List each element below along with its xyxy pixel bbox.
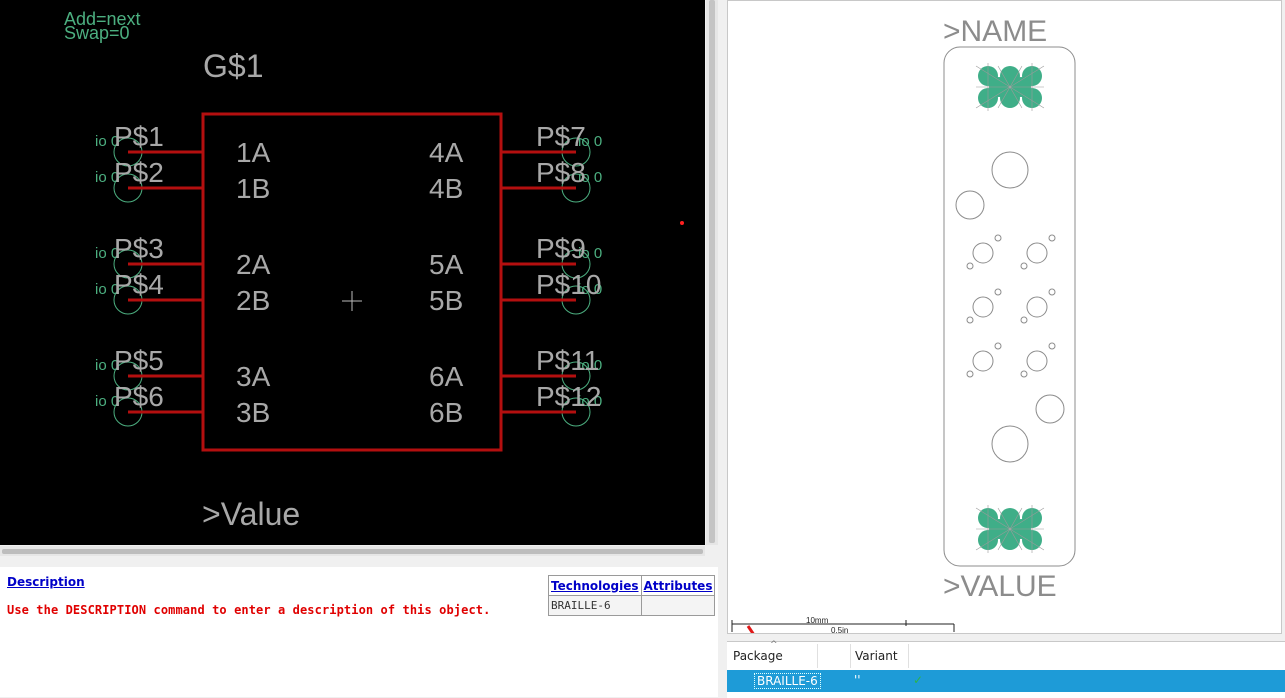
description-link[interactable]: Description	[7, 575, 85, 589]
pin-name: P$3	[114, 233, 164, 264]
variant-cell[interactable]: ''	[854, 673, 861, 687]
table-row[interactable]: BRAILLE-6 '' ✓	[727, 670, 1285, 692]
package-drawing: >NAME >VALUE 10mm 0.5in	[731, 15, 1076, 634]
small-hole	[966, 262, 974, 270]
small-hole	[994, 234, 1002, 242]
small-hole	[994, 342, 1002, 350]
scrollbar-thumb[interactable]	[709, 0, 715, 543]
mount-hole	[955, 190, 985, 220]
small-hole	[966, 370, 974, 378]
pin-name: P$4	[114, 269, 164, 300]
pad-cluster	[975, 63, 1045, 111]
mount-hole	[1035, 394, 1065, 424]
package-variant-table: ^ Package Variant BRAILLE-6 '' ✓	[727, 640, 1285, 698]
description-text: Use the DESCRIPTION command to enter a d…	[7, 603, 491, 617]
braille-hole	[972, 296, 994, 318]
braille-hole	[972, 242, 994, 264]
small-hole	[994, 288, 1002, 296]
pin-inner-label: 6B	[429, 397, 463, 428]
pin-inner-label: 2B	[236, 285, 270, 316]
technologies-link[interactable]: Technologies	[551, 579, 639, 593]
pin-name: P$10	[536, 269, 601, 300]
pin-inner-label: 3A	[236, 361, 271, 392]
scrollbar-thumb[interactable]	[2, 549, 703, 554]
braille-hole	[972, 350, 994, 372]
pin-name: P$5	[114, 345, 164, 376]
origin-cross	[342, 291, 362, 311]
pin-name: P$11	[536, 345, 599, 376]
scale-bar: 10mm 0.5in	[731, 616, 955, 634]
small-hole	[1048, 342, 1056, 350]
variant-column-header[interactable]: Variant	[855, 649, 898, 663]
mount-hole	[991, 425, 1029, 463]
pin-inner-label: 2A	[236, 249, 271, 280]
schematic-drawing: Add=next Swap=0 G$1 io 0P$11A io 0P$74Aio…	[64, 9, 684, 532]
pin-inner-label: 5B	[429, 285, 463, 316]
swap-label: Swap=0	[64, 23, 130, 43]
mount-hole	[991, 151, 1029, 189]
pin-inner-label: 3B	[236, 397, 270, 428]
pin-inner-label: 4A	[429, 137, 464, 168]
attributes-link[interactable]: Attributes	[644, 579, 713, 593]
package-name-label: >NAME	[943, 15, 1047, 48]
pin-inner-label: 1B	[236, 173, 270, 204]
pin-name: P$6	[114, 381, 164, 412]
pin-inner-label: 4B	[429, 173, 463, 204]
pin-name: P$9	[536, 233, 586, 264]
description-panel: Description Use the DESCRIPTION command …	[0, 567, 718, 697]
table-header: ^ Package Variant	[727, 640, 1285, 669]
small-hole	[1020, 316, 1028, 324]
small-hole	[966, 316, 974, 324]
small-hole	[1020, 262, 1028, 270]
attribute-cell[interactable]	[640, 595, 716, 616]
package-preview: >NAME >VALUE 10mm 0.5in	[727, 0, 1282, 634]
braille-hole	[1026, 350, 1048, 372]
scale-mm-label: 10mm	[806, 616, 829, 625]
pin-name: P$2	[114, 157, 164, 188]
pin-inner-label: 5A	[429, 249, 464, 280]
marker-dot	[680, 221, 684, 225]
vertical-scrollbar[interactable]	[706, 0, 718, 545]
pin-inner-label: 1A	[236, 137, 271, 168]
pin-inner-label: 6A	[429, 361, 464, 392]
technologies-table: Technologies Attributes BRAILLE-6	[548, 575, 716, 616]
package-value-label: >VALUE	[943, 570, 1057, 603]
small-hole	[1020, 370, 1028, 378]
pin-name: P$1	[114, 121, 164, 152]
value-label: >Value	[202, 496, 300, 532]
braille-hole	[1026, 296, 1048, 318]
pad-cluster	[975, 505, 1045, 553]
technology-cell[interactable]: BRAILLE-6	[548, 595, 642, 616]
schematic-canvas[interactable]: Add=next Swap=0 G$1 io 0 P$1 1A io 0 P$7 4A io…	[0, 0, 705, 545]
pin-name: P$8	[536, 157, 586, 188]
braille-hole	[1026, 242, 1048, 264]
horizontal-scrollbar[interactable]	[0, 546, 705, 556]
pin-name: P$7	[536, 121, 586, 152]
small-hole	[1048, 234, 1056, 242]
package-outline	[943, 46, 1076, 567]
gate-name: G$1	[203, 48, 263, 84]
pin-name: P$12	[536, 381, 601, 412]
package-cell[interactable]: BRAILLE-6	[754, 673, 821, 689]
check-icon: ✓	[913, 673, 924, 687]
small-hole	[1048, 288, 1056, 296]
package-column-header[interactable]: Package	[733, 649, 783, 663]
scale-in-label: 0.5in	[831, 626, 848, 634]
